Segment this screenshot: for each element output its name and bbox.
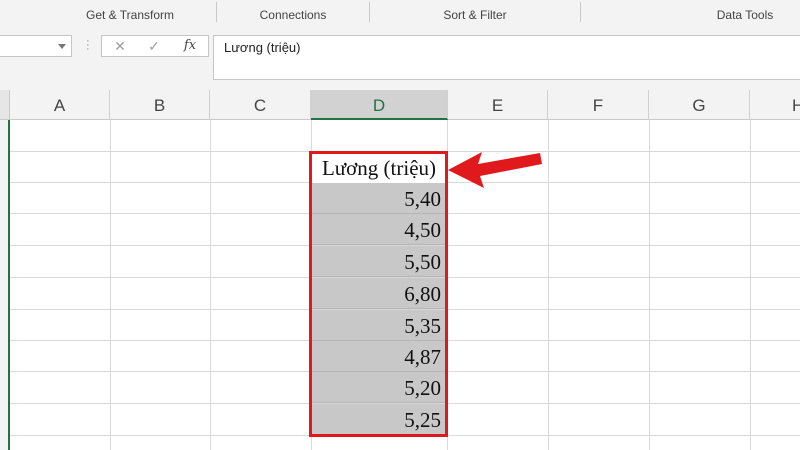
close-icon[interactable]: ✕ bbox=[108, 36, 132, 56]
grid-line bbox=[750, 120, 751, 450]
row-header-strip[interactable] bbox=[0, 120, 10, 450]
grid-line bbox=[548, 120, 549, 450]
highlight-box bbox=[309, 151, 448, 437]
column-header-h[interactable]: H bbox=[750, 90, 800, 120]
formula-input[interactable]: Lương (triệu) bbox=[213, 35, 800, 80]
drag-handle-icon[interactable]: · · · bbox=[86, 36, 90, 55]
column-header-d[interactable]: D bbox=[311, 90, 448, 120]
name-box[interactable] bbox=[0, 35, 72, 57]
check-icon[interactable]: ✓ bbox=[142, 36, 166, 56]
chevron-down-icon[interactable] bbox=[58, 44, 66, 49]
grid-line bbox=[649, 120, 650, 450]
ribbon-group-connections: Connections bbox=[259, 8, 327, 22]
column-header-g[interactable]: G bbox=[649, 90, 750, 120]
red-arrow-icon bbox=[448, 152, 542, 188]
arrow-shape bbox=[448, 152, 542, 188]
ribbon-group-sort-filter: Sort & Filter bbox=[443, 8, 507, 22]
formula-buttons: ✕ ✓ fx bbox=[101, 35, 209, 57]
column-header-e[interactable]: E bbox=[448, 90, 548, 120]
column-header-b[interactable]: B bbox=[110, 90, 210, 120]
select-all-corner[interactable] bbox=[0, 90, 10, 120]
column-header-a[interactable]: A bbox=[10, 90, 110, 120]
formula-bar: · · · ✕ ✓ fx Lương (triệu) bbox=[0, 28, 800, 90]
column-header-f[interactable]: F bbox=[548, 90, 649, 120]
insert-function-button[interactable]: fx bbox=[178, 36, 202, 56]
ribbon-group-data-tools: Data Tools bbox=[716, 8, 774, 22]
ribbon-divider bbox=[580, 2, 581, 22]
ribbon-group-bar: Get & Transform Connections Sort & Filte… bbox=[0, 0, 800, 29]
column-header-c[interactable]: C bbox=[210, 90, 311, 120]
grid-line bbox=[210, 120, 211, 450]
ribbon-group-get-transform: Get & Transform bbox=[85, 8, 175, 22]
grid-line bbox=[110, 120, 111, 450]
